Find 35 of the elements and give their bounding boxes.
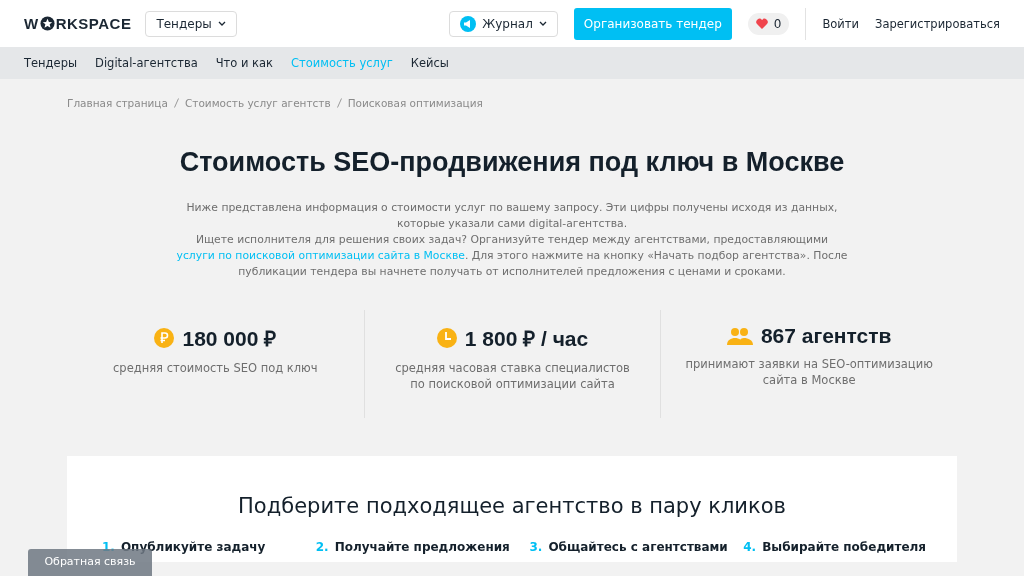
step-number: 4. [743, 540, 757, 554]
heart-icon [755, 18, 768, 29]
login-link[interactable]: Войти [822, 16, 859, 31]
journal-dropdown[interactable]: Журнал [449, 10, 558, 37]
nav-item[interactable]: Что и как [215, 56, 274, 70]
step-label: Общайтесь с агентствами [548, 540, 728, 554]
tenders-dropdown[interactable]: Тендеры [145, 10, 237, 37]
slash-separator-icon [173, 98, 179, 108]
step-label: Выбирайте победителя [762, 540, 927, 554]
people-icon [726, 327, 753, 345]
ruble-coin-icon [154, 328, 175, 348]
logo[interactable]: W RKSPACE [24, 15, 132, 32]
clock-icon [436, 328, 457, 348]
stat-caption: средняя часовая ставка специалистов по поисковой оптимизации сайта [394, 360, 631, 392]
favorites-button[interactable]: 0 [747, 12, 790, 35]
nav-item[interactable]: Тендеры [24, 56, 78, 70]
stat-value: 180 000 ₽ [182, 326, 277, 352]
card-title: Подберите подходящее агентство в пару кликов [237, 494, 787, 518]
step-number: 3. [529, 540, 543, 554]
intro-text: Ниже представлена информация о стоимости услуг по вашему запросу. Эти цифры получены исходя из данных, которые указали сами digital-агентства. [185, 200, 839, 232]
megaphone-icon [460, 15, 477, 32]
stat-value: 867 агентств [760, 324, 892, 348]
step-label: Получайте предложения [334, 540, 510, 554]
chevron-down-icon [538, 21, 547, 26]
stat-caption: средняя стоимость SEO под ключ [112, 360, 319, 376]
nav-item[interactable]: Digital-агентства [95, 56, 198, 70]
intro-paragraph: Ищете исполнителя для решения своих задач? Организуйте тендер между агентствами, предоставляющими услуги по поисковой оптимизации сайта в Москве. Для этого нажмите на кнопку «Начать подбор агентства». После публикации тендера вы начнете получать от исполнителей предложения с ценами и сроками. [175, 232, 849, 280]
stat-value: 1 800 ₽ / час [464, 326, 589, 352]
step-number: 2. [315, 540, 329, 554]
page-title: Стоимость SEO-продвижения под ключ в Москве [178, 147, 846, 178]
chevron-down-icon [217, 21, 226, 26]
register-link[interactable]: Зарегистрироваться [875, 16, 1000, 31]
slash-separator-icon [336, 98, 342, 108]
nav-item[interactable]: Кейсы [410, 56, 449, 70]
stat-caption: принимают заявки на SEO-оптимизацию сайта в Москве [684, 356, 934, 388]
